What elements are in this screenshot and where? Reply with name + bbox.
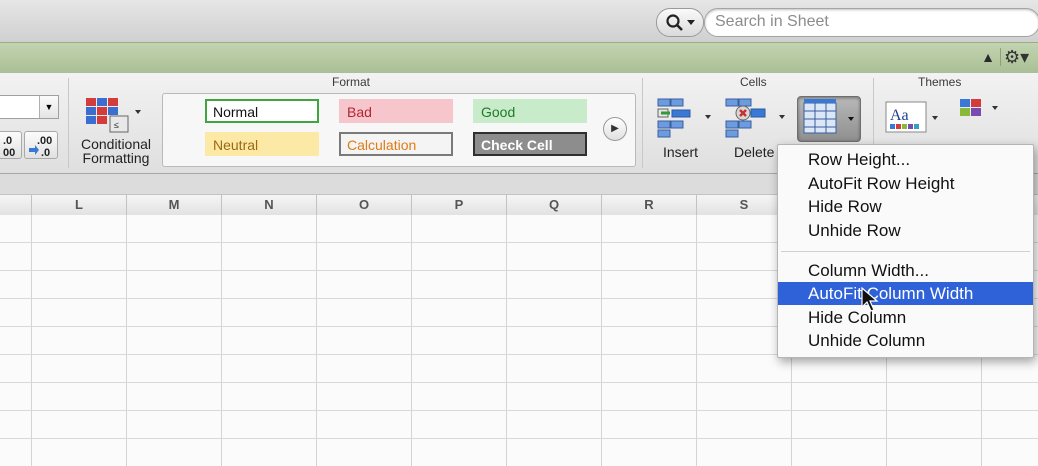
svg-text:≤: ≤ [114,120,119,130]
search-placeholder: Search in Sheet [715,13,829,30]
menu-item-hide-column[interactable]: Hide Column [778,306,1033,329]
search-icon [666,14,695,31]
search-options-button[interactable] [656,8,704,37]
menu-separator [781,251,1030,252]
insert-icon[interactable] [656,97,711,141]
group-title-themes: Themes [918,75,962,89]
increase-decimal-icon: .0 00 [3,135,15,159]
ribbon-divider [1000,48,1001,66]
style-check-cell[interactable]: Check Cell [473,132,587,156]
group-title-format: Format [332,75,371,89]
search-box: Search in Sheet [656,8,1038,37]
grid-line [696,215,697,466]
format-cells-button[interactable] [797,96,861,142]
grid-line [126,215,127,466]
ribbon-tab-strip [0,42,1038,74]
svg-text:.0: .0 [3,135,12,147]
column-header[interactable]: O [317,195,412,215]
decrease-decimal-icon: .00 .0 [29,135,52,159]
insert-button[interactable]: Insert [663,144,698,160]
delete-button[interactable]: Delete [734,144,774,160]
grid-line [411,215,412,466]
chevron-down-icon: ▼ [39,96,58,118]
menu-item-column-width[interactable]: Column Width... [778,259,1033,282]
delete-icon[interactable] [724,97,785,141]
grid-line [0,410,1038,411]
menu-item-hide-row[interactable]: Hide Row [778,195,1033,218]
conditional-formatting-label-line1: Conditional [80,136,152,152]
mouse-cursor-icon [860,286,880,313]
menu-item-row-height[interactable]: Row Height... [778,148,1033,171]
menu-item-unhide-column[interactable]: Unhide Column [778,329,1033,352]
svg-text:00: 00 [3,147,15,158]
grid-line [221,215,222,466]
style-neutral[interactable]: Neutral [205,132,319,156]
number-format-dropdown[interactable]: ▼ [0,95,59,119]
grid-line [601,215,602,466]
svg-text:.0: .0 [41,147,50,158]
increase-decimal-button[interactable]: .0 00 [0,131,22,159]
svg-text:Aa: Aa [890,107,909,124]
grid-line [506,215,507,466]
search-input[interactable]: Search in Sheet [704,8,1038,37]
group-divider [68,78,69,168]
decrease-decimal-button[interactable]: .00 .0 [24,131,58,159]
conditional-formatting-icon[interactable]: ≤ [86,98,141,133]
svg-text:.00: .00 [37,135,52,147]
column-header[interactable]: Q [507,195,602,215]
collapse-ribbon-icon[interactable]: ▲ [978,46,998,68]
menu-item-unhide-row[interactable]: Unhide Row [778,219,1033,242]
grid-line [316,215,317,466]
format-cells-icon [803,99,854,134]
column-header[interactable]: L [32,195,127,215]
column-header[interactable]: P [412,195,507,215]
menu-item-autofit-row-height[interactable]: AutoFit Row Height [778,172,1033,195]
conditional-formatting-label-line2: Formatting [82,150,150,166]
gallery-next-icon[interactable]: ▶ [603,117,627,141]
conditional-formatting-button[interactable]: Conditional Formatting [74,137,158,165]
column-header[interactable]: R [602,195,697,215]
style-good[interactable]: Good [473,99,587,123]
style-calculation[interactable]: Calculation [339,132,453,156]
grid-line [0,382,1038,383]
style-bad[interactable]: Bad [339,99,453,123]
grid-line [0,438,1038,439]
menu-item-autofit-column-width[interactable]: AutoFit Column Width [778,282,1033,305]
column-header-left-edge [0,195,32,215]
themes-aa-icon[interactable]: Aa [884,100,944,138]
style-normal[interactable]: Normal [205,99,319,123]
group-title-cells: Cells [740,75,767,89]
column-header[interactable]: M [127,195,222,215]
column-header[interactable]: N [222,195,317,215]
theme-colors-icon[interactable] [958,97,1008,127]
grid-line [31,215,32,466]
group-divider [642,78,643,168]
gear-icon[interactable]: ⚙▾ [1004,45,1038,69]
format-dropdown-menu: Row Height... AutoFit Row Height Hide Ro… [777,144,1034,358]
